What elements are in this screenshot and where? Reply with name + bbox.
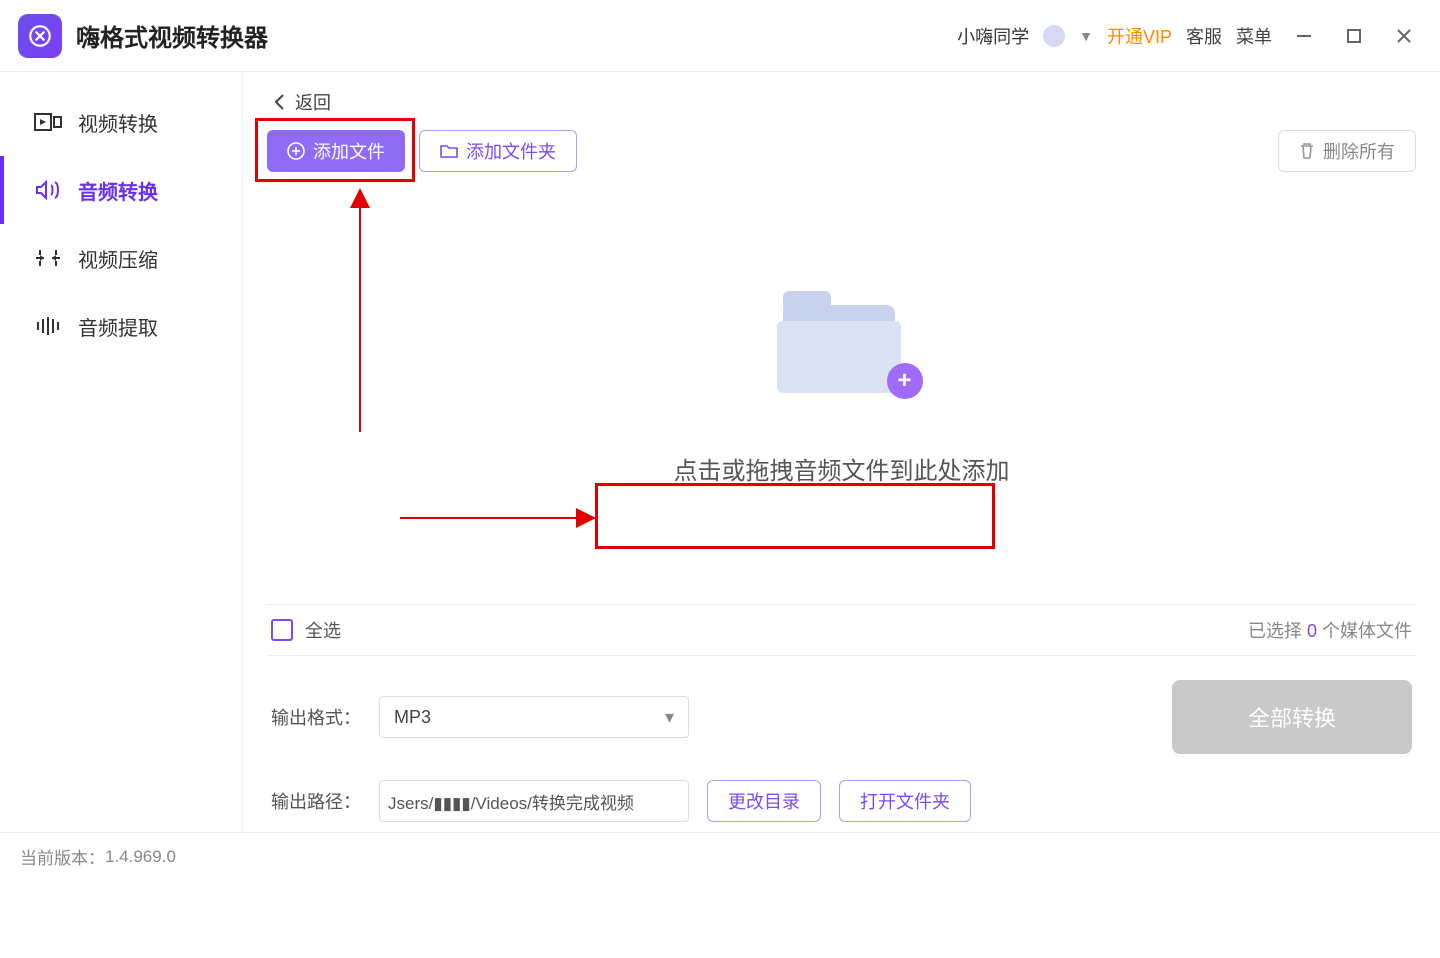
- delete-all-button[interactable]: 删除所有: [1278, 130, 1416, 172]
- plus-circle-icon: [287, 142, 305, 160]
- delete-all-label: 删除所有: [1323, 138, 1395, 164]
- folder-icon: [440, 143, 458, 159]
- support-link[interactable]: 客服: [1186, 23, 1222, 49]
- open-folder-button[interactable]: 打开文件夹: [839, 780, 971, 822]
- change-dir-button[interactable]: 更改目录: [707, 780, 821, 822]
- audio-extract-icon: [34, 315, 62, 337]
- chevron-down-icon[interactable]: ▼: [1079, 28, 1093, 44]
- back-button[interactable]: 返回: [267, 84, 1416, 120]
- video-compress-icon: [34, 247, 62, 269]
- trash-icon: [1299, 142, 1315, 160]
- output-format-value: MP3: [394, 707, 431, 728]
- change-dir-label: 更改目录: [728, 788, 800, 814]
- folder-plus-icon: +: [777, 291, 907, 391]
- sidebar-item-label: 视频压缩: [78, 244, 158, 273]
- sidebar-item-video-convert[interactable]: 视频转换: [0, 88, 242, 156]
- selection-row: 全选 已选择 0 个媒体文件: [267, 604, 1416, 655]
- output-path-field[interactable]: Jsers/▮▮▮▮/Videos/转换完成视频: [379, 780, 689, 822]
- add-file-label: 添加文件: [313, 138, 385, 164]
- output-format-label: 输出格式：: [271, 704, 361, 730]
- vip-link[interactable]: 开通VIP: [1107, 23, 1172, 49]
- add-folder-button[interactable]: 添加文件夹: [419, 130, 577, 172]
- sidebar: 视频转换 音频转换 视频压缩 音频提取: [0, 72, 243, 832]
- dropzone-text: 点击或拖拽音频文件到此处添加: [674, 451, 1010, 486]
- output-path-label: 输出路径：: [271, 788, 361, 814]
- app-logo-icon: [18, 14, 62, 58]
- sidebar-item-audio-convert[interactable]: 音频转换: [0, 156, 242, 224]
- selected-suffix: 个媒体文件: [1317, 621, 1412, 641]
- convert-all-button[interactable]: 全部转换: [1172, 680, 1412, 754]
- audio-convert-icon: [34, 179, 62, 201]
- toolbar: 添加文件 添加文件夹 删除所有: [267, 130, 1416, 172]
- titlebar-right: 小嗨同学 ▼ 开通VIP 客服 菜单: [957, 18, 1422, 54]
- back-label: 返回: [295, 89, 331, 115]
- chevron-down-icon: ▾: [665, 707, 674, 728]
- avatar-icon[interactable]: [1043, 25, 1065, 47]
- version-label: 当前版本：: [20, 844, 105, 869]
- add-file-button[interactable]: 添加文件: [267, 130, 405, 172]
- open-folder-label: 打开文件夹: [860, 788, 950, 814]
- sidebar-item-label: 视频转换: [78, 108, 158, 137]
- minimize-button[interactable]: [1286, 18, 1322, 54]
- sidebar-item-audio-extract[interactable]: 音频提取: [0, 292, 242, 360]
- maximize-button[interactable]: [1336, 18, 1372, 54]
- footer: 当前版本： 1.4.969.0: [0, 832, 1440, 880]
- sidebar-item-label: 音频提取: [78, 312, 158, 341]
- dropzone[interactable]: + 点击或拖拽音频文件到此处添加: [267, 172, 1416, 604]
- settings-row-2: 输出路径： Jsers/▮▮▮▮/Videos/转换完成视频 更改目录 打开文件…: [267, 764, 1416, 832]
- settings-row-1: 输出格式： MP3 ▾ 全部转换: [267, 655, 1416, 764]
- sidebar-item-video-compress[interactable]: 视频压缩: [0, 224, 242, 292]
- menu-link[interactable]: 菜单: [1236, 23, 1272, 49]
- video-convert-icon: [34, 111, 62, 133]
- add-folder-label: 添加文件夹: [466, 138, 556, 164]
- output-format-select[interactable]: MP3 ▾: [379, 696, 689, 738]
- selected-info: 已选择 0 个媒体文件: [1248, 617, 1412, 643]
- output-path-value: Jsers/▮▮▮▮/Videos/转换完成视频: [388, 789, 634, 814]
- selected-count: 0: [1307, 621, 1317, 641]
- version-value: 1.4.969.0: [105, 847, 176, 867]
- select-all-label[interactable]: 全选: [305, 617, 341, 643]
- close-button[interactable]: [1386, 18, 1422, 54]
- main-panel: 返回 添加文件 添加文件夹 删除所有 + 点击或拖拽音频文件到此: [243, 72, 1440, 832]
- sidebar-item-label: 音频转换: [78, 176, 158, 205]
- chevron-left-icon: [273, 93, 285, 111]
- app-title: 嗨格式视频转换器: [76, 18, 268, 53]
- titlebar: 嗨格式视频转换器 小嗨同学 ▼ 开通VIP 客服 菜单: [0, 0, 1440, 72]
- user-name[interactable]: 小嗨同学: [957, 23, 1029, 49]
- selected-prefix: 已选择: [1248, 621, 1307, 641]
- select-all-checkbox[interactable]: [271, 619, 293, 641]
- convert-all-label: 全部转换: [1248, 706, 1336, 731]
